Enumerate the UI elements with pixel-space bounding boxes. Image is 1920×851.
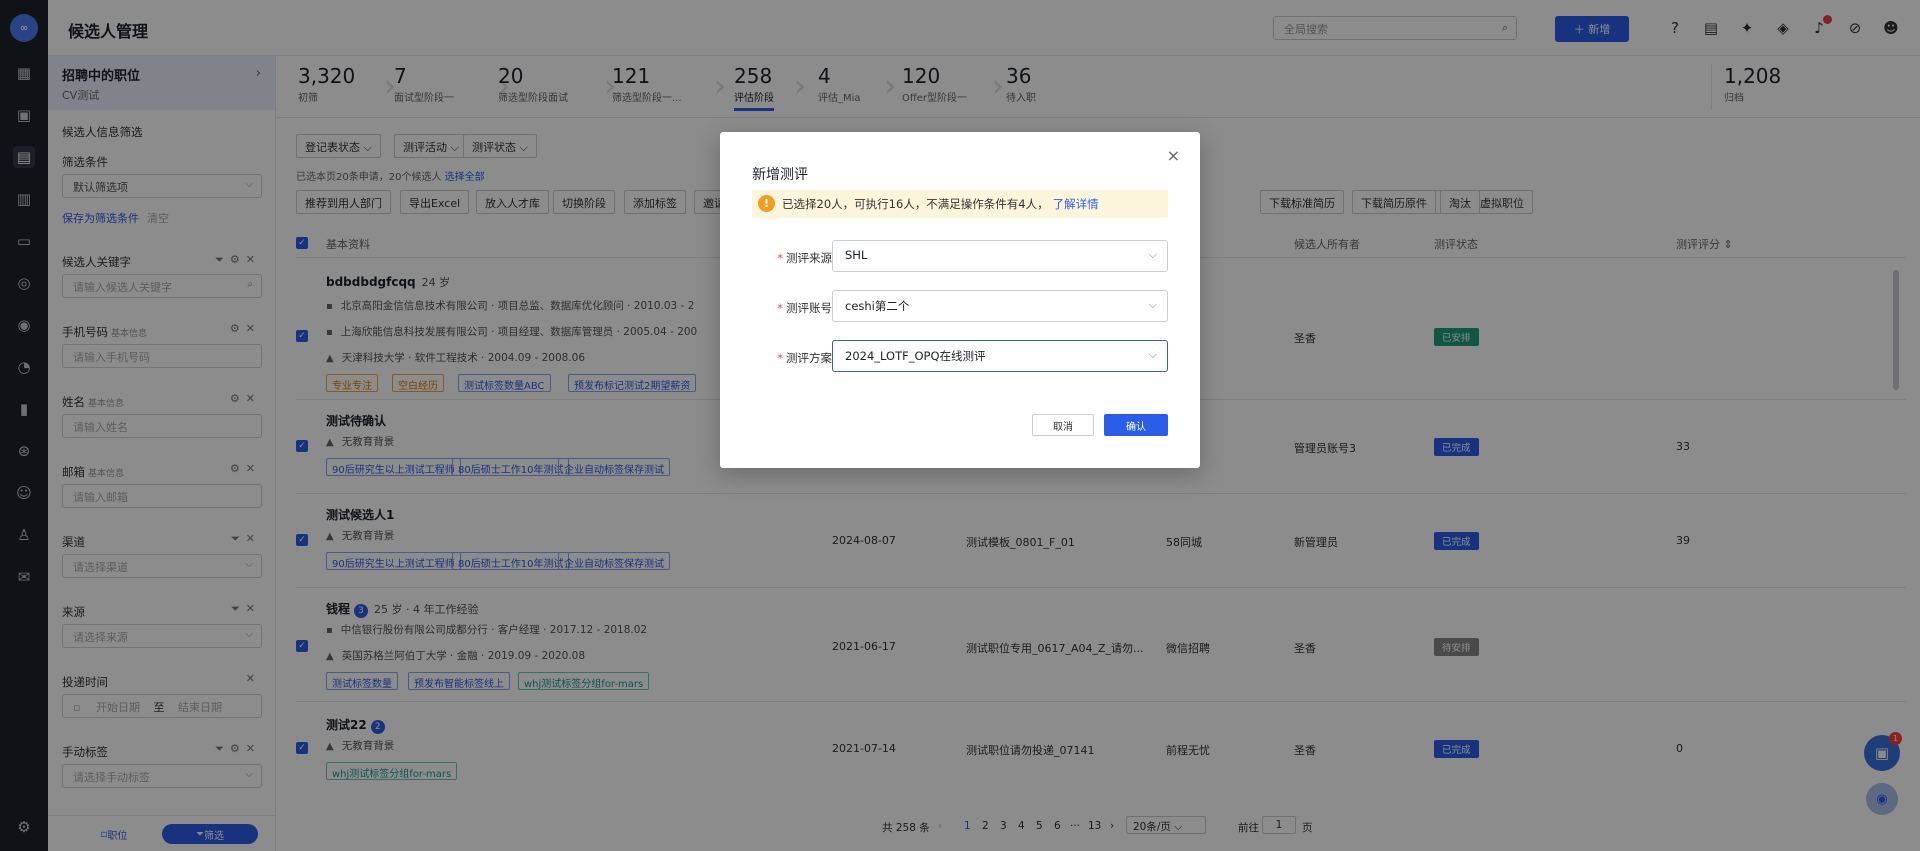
- source-label-text: 测评来源: [786, 251, 832, 265]
- assessment-account-select[interactable]: ceshi第二个 ⌵: [832, 290, 1168, 322]
- source-field-label: * 测评来源: [752, 250, 832, 266]
- account-value: ceshi第二个: [845, 299, 910, 313]
- warning-icon: !: [758, 195, 775, 212]
- warning-alert: ! 已选择20人，可执行16人，不满足操作条件有4人， 了解详情: [752, 190, 1168, 218]
- learn-more-link[interactable]: 了解详情: [1053, 197, 1099, 211]
- plan-field-label: * 测评方案: [752, 350, 832, 366]
- chevron-down-icon: ⌵: [1148, 348, 1157, 361]
- assessment-plan-select[interactable]: 2024_LOTF_OPQ在线测评 ⌵: [832, 340, 1168, 372]
- plan-value: 2024_LOTF_OPQ在线测评: [845, 349, 986, 363]
- confirm-button[interactable]: 确认: [1104, 414, 1168, 436]
- chevron-down-icon: ⌵: [1148, 248, 1157, 261]
- assessment-source-select[interactable]: SHL ⌵: [832, 240, 1168, 272]
- required-mark: *: [777, 301, 783, 315]
- alert-text: 已选择20人，可执行16人，不满足操作条件有4人，: [782, 197, 1049, 211]
- account-field-label: * 测评账号: [752, 300, 832, 316]
- account-label-text: 测评账号: [786, 301, 832, 315]
- cancel-button[interactable]: 取消: [1032, 414, 1094, 436]
- required-mark: *: [777, 351, 783, 365]
- dialog-title: 新增测评: [752, 167, 808, 183]
- source-value: SHL: [845, 248, 868, 262]
- plan-label-text: 测评方案: [786, 351, 832, 365]
- chevron-down-icon: ⌵: [1148, 298, 1157, 311]
- close-icon[interactable]: ×: [1167, 146, 1180, 165]
- required-mark: *: [777, 251, 783, 265]
- new-assessment-dialog: 新增测评 × ! 已选择20人，可执行16人，不满足操作条件有4人， 了解详情 *…: [720, 132, 1200, 468]
